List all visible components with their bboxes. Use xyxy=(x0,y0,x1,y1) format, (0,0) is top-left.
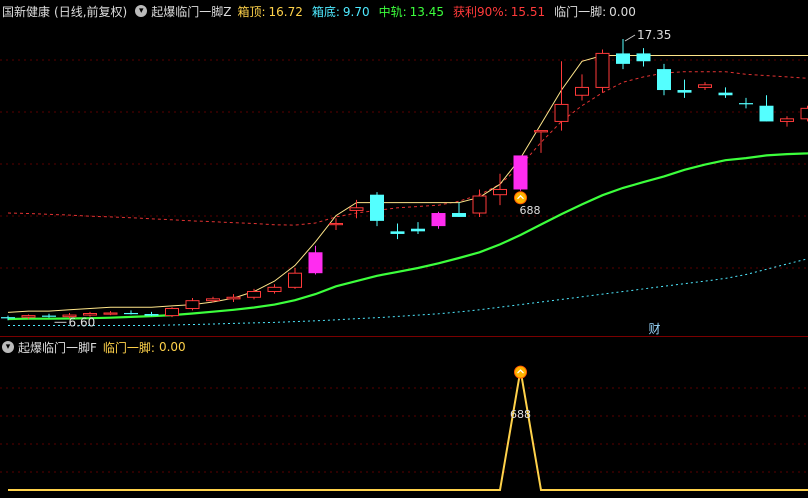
candle-body xyxy=(698,84,712,88)
box-bottom-line xyxy=(8,258,808,326)
candle-body xyxy=(759,105,774,122)
candle-body xyxy=(144,314,159,316)
candle-body xyxy=(677,90,692,93)
candle-body xyxy=(370,194,384,221)
low-price-label: 6.60 xyxy=(69,315,96,329)
candle-body xyxy=(780,118,794,122)
sub-chart-legend: ▾ 起爆临门一脚F 临门一脚: 0.00 xyxy=(0,337,808,357)
candle-body xyxy=(1,317,15,319)
chart-canvas[interactable]: 17.35 6.60 688 财 688 xyxy=(0,0,808,498)
candle-body xyxy=(267,286,282,293)
candle-body xyxy=(247,291,261,298)
sub-indicator-menu-icon[interactable]: ▾ xyxy=(2,341,14,353)
signal-badge-icon xyxy=(514,191,527,205)
candle-body xyxy=(206,298,220,302)
candle-body xyxy=(493,188,507,196)
candle-body xyxy=(308,252,323,274)
signal-sub-label: 688 xyxy=(510,408,531,421)
finance-tag: 财 xyxy=(649,322,661,336)
candle-body xyxy=(42,315,56,317)
high-price-label: 17.35 xyxy=(637,28,671,42)
candle-body xyxy=(739,103,753,105)
signal-main-label: 688 xyxy=(520,204,541,217)
candle-body xyxy=(349,207,364,211)
candle-body xyxy=(452,213,466,217)
candle-body xyxy=(513,155,528,190)
candle-body xyxy=(288,272,302,288)
candle-body xyxy=(226,296,241,300)
profit-90-line xyxy=(7,71,808,226)
candle-body xyxy=(329,222,343,226)
candle-body xyxy=(411,228,425,232)
candle-body xyxy=(595,52,610,88)
candle-body xyxy=(718,92,733,96)
mid-band-line xyxy=(7,152,808,321)
box-top-line xyxy=(7,55,808,313)
sub-indicator-name[interactable]: 起爆临门一脚F xyxy=(18,339,97,356)
candle-body xyxy=(657,69,671,91)
candle-body xyxy=(636,53,651,62)
sub-legend-value: 0.00 xyxy=(158,340,186,354)
candle-body xyxy=(21,315,36,318)
candle-body xyxy=(616,53,630,64)
sub-legend-label: 临门一脚: xyxy=(102,340,155,355)
candle-body xyxy=(554,103,569,122)
candle-body xyxy=(124,312,138,315)
high-marker-arrow xyxy=(624,34,636,42)
candle-body xyxy=(575,86,589,96)
candle-body xyxy=(431,213,446,227)
candle-body xyxy=(185,300,200,310)
candle-body xyxy=(103,312,118,315)
sub-signal-badge-icon xyxy=(514,365,527,379)
candle-body xyxy=(800,107,808,120)
candle-body xyxy=(534,130,548,133)
candle-body xyxy=(390,231,405,234)
candle-body xyxy=(472,195,487,214)
candle-body xyxy=(165,308,179,317)
